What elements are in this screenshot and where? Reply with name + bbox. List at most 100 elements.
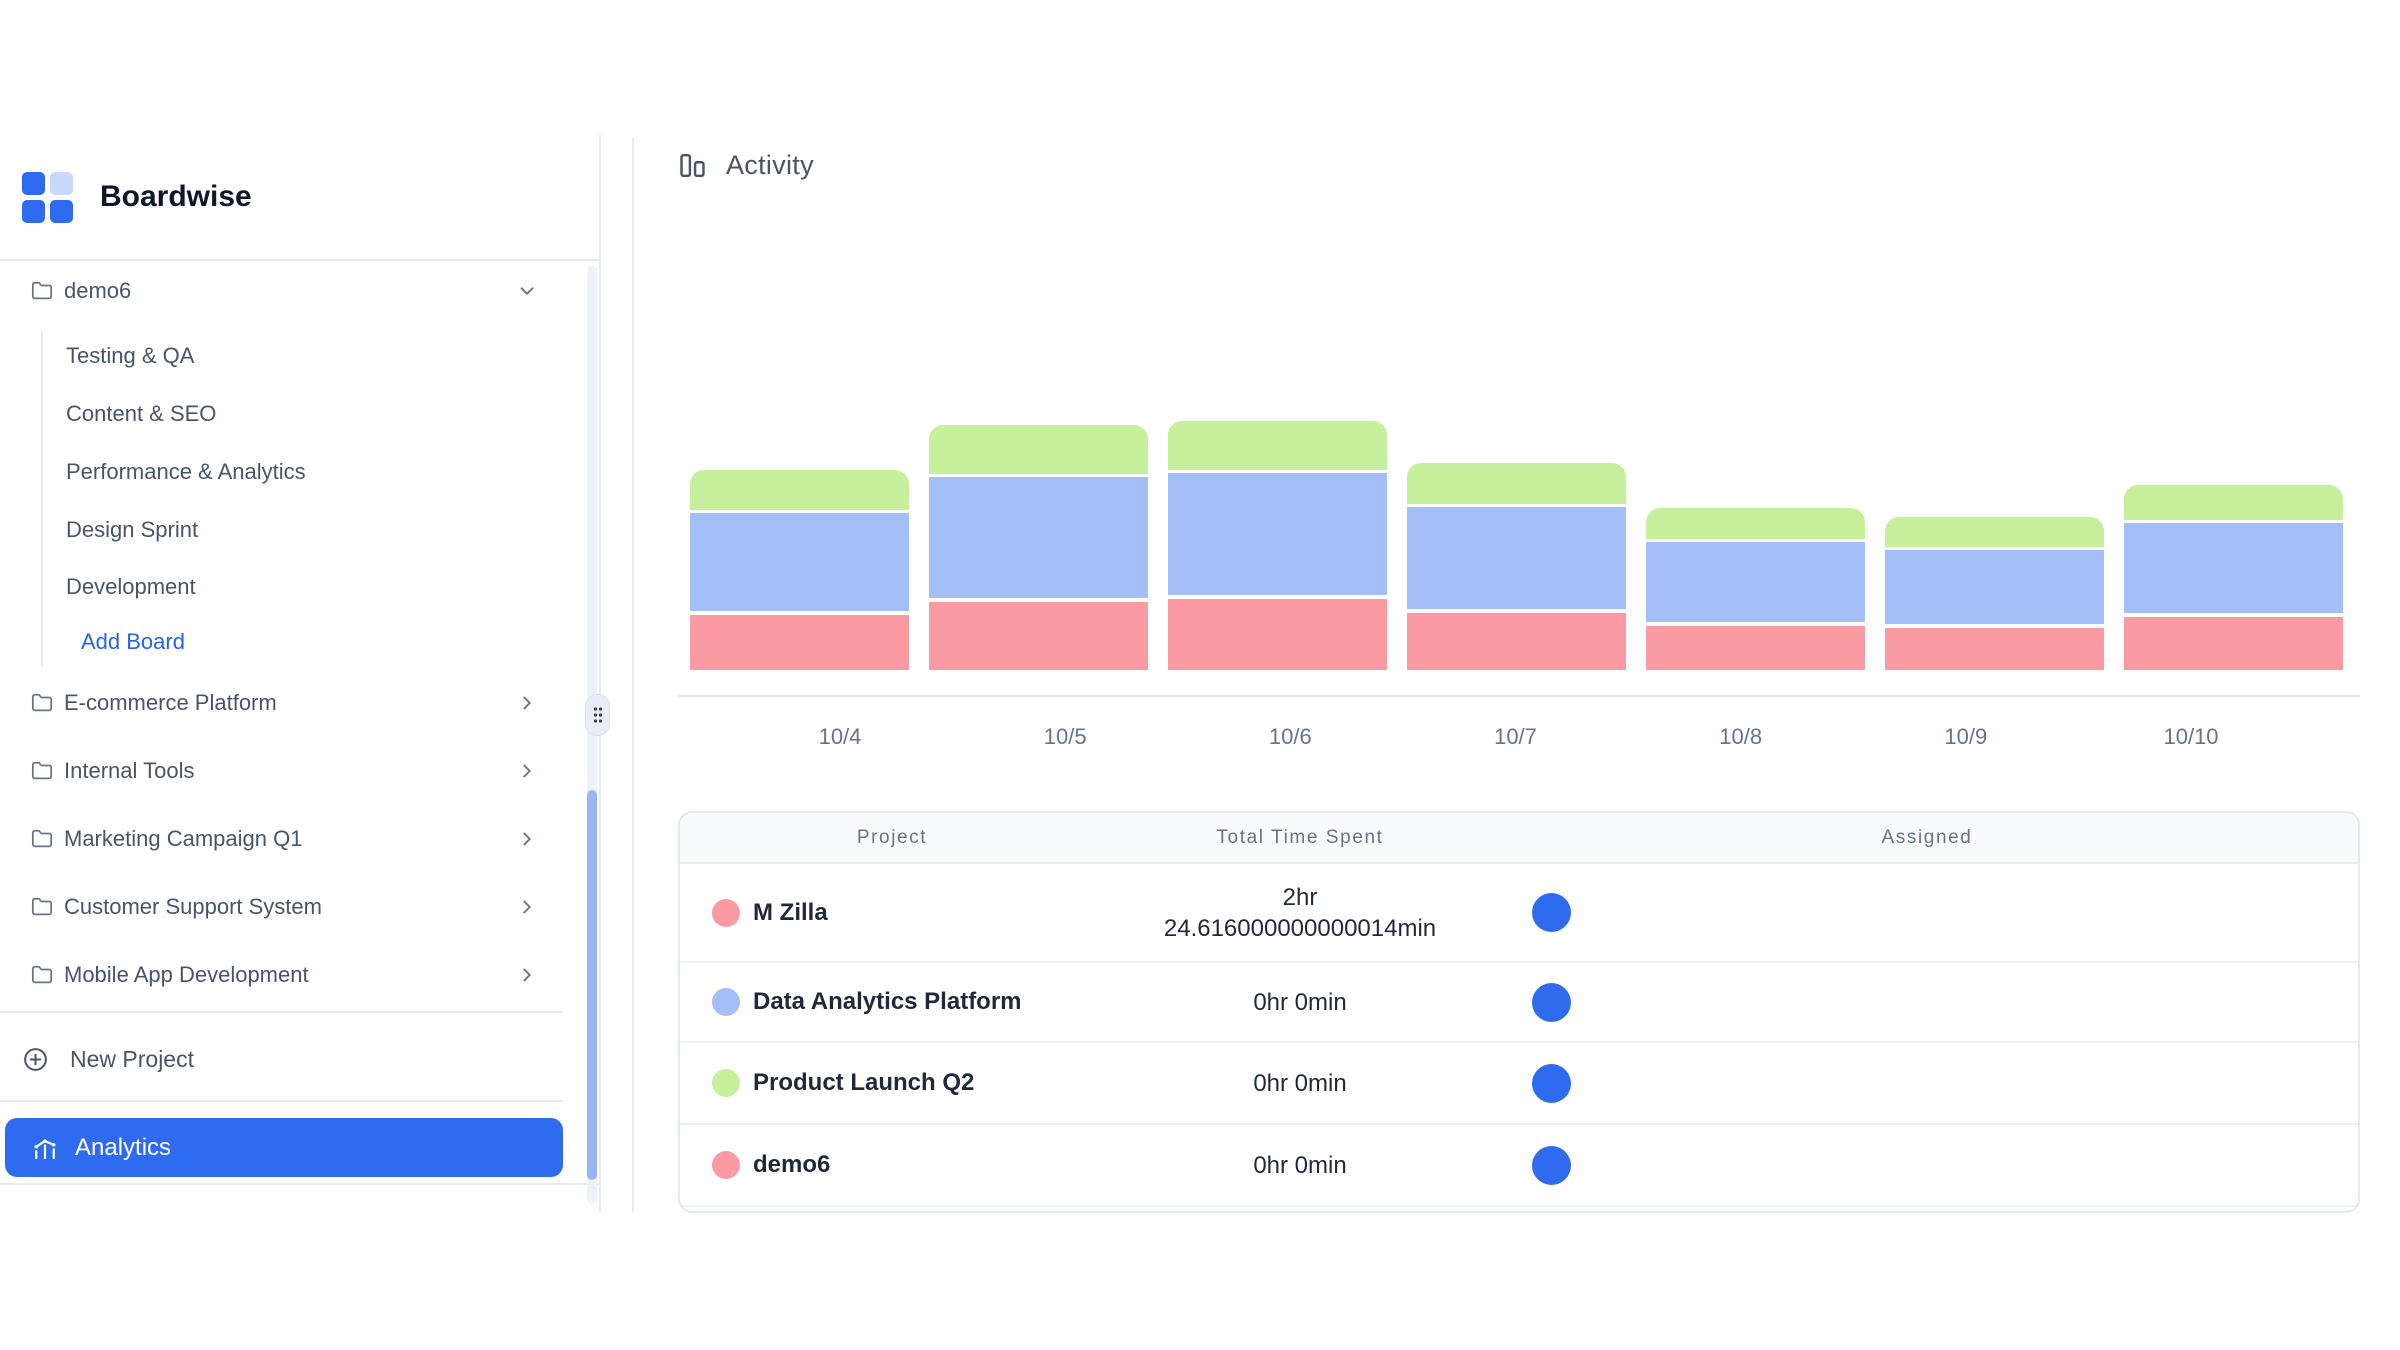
bar-segment-product-launch-q2[interactable] [2124,485,2343,520]
chart-bar-10/4[interactable] [690,410,909,670]
assigned-cell [1496,1043,2358,1123]
assigned-cell [1496,1125,2358,1205]
logo-square [22,172,45,195]
project-cell: Product Launch Q2 [680,1043,1104,1123]
table-row[interactable]: Product Launch Q2 0hr 0min [680,1043,2358,1125]
project-color-dot [712,899,740,927]
bar-segment-product-launch-q2[interactable] [929,425,1148,474]
chevron-right-icon[interactable] [516,896,538,918]
bar-segment-m-zilla[interactable] [1885,628,2104,670]
bar-segment-data-analytics-platform[interactable] [1646,542,1865,622]
chart-bar-10/9[interactable] [1885,410,2104,670]
assignee-avatar[interactable] [1532,983,1571,1022]
board-label: Content & SEO [66,401,216,427]
grip-dots-icon [591,704,605,726]
sidebar-board-item[interactable]: Testing & QA [66,334,486,378]
chart-x-axis [678,695,2360,697]
sidebar-board-item[interactable]: Content & SEO [66,392,486,436]
col-header-total-time: Total Time Spent [1104,813,1496,862]
main-left-border [632,137,634,1212]
project-cell: Data Analytics Platform [680,963,1104,1041]
project-label: Internal Tools [64,758,194,784]
bar-segment-m-zilla[interactable] [929,602,1148,670]
table-row[interactable]: M Zilla 2hr24.616000000000014min [680,864,2358,963]
sidebar-item-e-commerce-platform[interactable]: E-commerce Platform [0,678,563,728]
bar-segment-data-analytics-platform[interactable] [2124,523,2343,613]
folder-icon [31,896,53,918]
sidebar-resize-handle[interactable] [585,694,610,736]
sidebar-item-analytics[interactable]: Analytics [5,1118,563,1177]
x-axis-label: 10/10 [2131,724,2251,750]
sidebar-scrollbar-thumb[interactable] [587,790,597,1180]
board-list-guide-line [41,330,43,666]
folder-icon [31,760,53,782]
table-row[interactable]: demo6 0hr 0min [680,1125,2358,1207]
total-time-cell: 0hr 0min [1104,963,1496,1041]
sidebar-item-internal-tools[interactable]: Internal Tools [0,746,563,796]
chevron-right-icon[interactable] [516,692,538,714]
board-label: Testing & QA [66,343,194,369]
bar-segment-m-zilla[interactable] [690,615,909,670]
board-label: Performance & Analytics [66,459,306,485]
board-label: Design Sprint [66,517,198,543]
bar-segment-product-launch-q2[interactable] [1407,463,1626,504]
chevron-right-icon[interactable] [516,828,538,850]
x-axis-label: 10/5 [1005,724,1125,750]
projects-table: Project Total Time Spent Assigned M Zill… [678,811,2360,1213]
bar-segment-product-launch-q2[interactable] [1646,508,1865,539]
chart-bar-10/7[interactable] [1407,410,1626,670]
chevron-down-icon[interactable] [516,280,538,302]
project-name: Product Launch Q2 [753,1069,974,1097]
sidebar-divider [0,1100,563,1102]
bar-segment-m-zilla[interactable] [1646,626,1865,670]
project-cell: M Zilla [680,864,1104,961]
sidebar-item-label: demo6 [64,278,131,304]
sidebar-item-demo6[interactable]: demo6 [0,266,563,316]
add-board-button[interactable]: Add Board [81,620,501,664]
chart-bar-10/10[interactable] [2124,410,2343,670]
bar-segment-product-launch-q2[interactable] [1885,517,2104,547]
bar-segment-m-zilla[interactable] [1407,613,1626,670]
chevron-right-icon[interactable] [516,760,538,782]
sidebar-board-item[interactable]: Performance & Analytics [66,450,486,494]
sidebar-item-mobile-app-development[interactable]: Mobile App Development [0,950,563,1000]
new-project-button[interactable]: New Project [0,1036,563,1082]
total-time-cell: 0hr 0min [1104,1043,1496,1123]
sidebar-item-marketing-campaign-q1[interactable]: Marketing Campaign Q1 [0,814,563,864]
bar-segment-data-analytics-platform[interactable] [1407,507,1626,609]
sidebar-board-item[interactable]: Design Sprint [66,508,486,552]
bar-segment-m-zilla[interactable] [1168,599,1387,670]
add-board-label: Add Board [81,629,185,655]
assignee-avatar[interactable] [1532,1064,1571,1103]
bar-segment-product-launch-q2[interactable] [690,470,909,510]
bar-segment-data-analytics-platform[interactable] [1168,473,1387,595]
col-header-project: Project [680,813,1104,862]
time-value-line: 0hr 0min [1253,987,1346,1018]
chart-bar-10/5[interactable] [929,410,1148,670]
folder-icon [31,964,53,986]
x-axis-label: 10/8 [1681,724,1801,750]
chart-bar-10/8[interactable] [1646,410,1865,670]
time-value-line: 0hr 0min [1253,1068,1346,1099]
bar-segment-data-analytics-platform[interactable] [929,477,1148,598]
assignee-avatar[interactable] [1532,1146,1571,1185]
assignee-avatar[interactable] [1532,893,1571,932]
project-cell: demo6 [680,1125,1104,1205]
logo-square [50,172,73,195]
bar-segment-m-zilla[interactable] [2124,617,2343,670]
time-value-line: 2hr [1283,882,1318,913]
project-name: M Zilla [753,899,828,927]
sidebar-divider [0,1011,563,1013]
chevron-right-icon[interactable] [516,964,538,986]
sidebar-right-border [599,135,601,1212]
project-label: Customer Support System [64,894,322,920]
activity-header: Activity [677,150,814,181]
sidebar-item-customer-support-system[interactable]: Customer Support System [0,882,563,932]
bar-segment-data-analytics-platform[interactable] [690,513,909,611]
chart-bar-10/6[interactable] [1168,410,1387,670]
sidebar-board-item[interactable]: Development [66,565,486,609]
bar-segment-product-launch-q2[interactable] [1168,421,1387,470]
table-row[interactable]: Data Analytics Platform 0hr 0min [680,963,2358,1043]
x-axis-label: 10/9 [1906,724,2026,750]
bar-segment-data-analytics-platform[interactable] [1885,550,2104,624]
